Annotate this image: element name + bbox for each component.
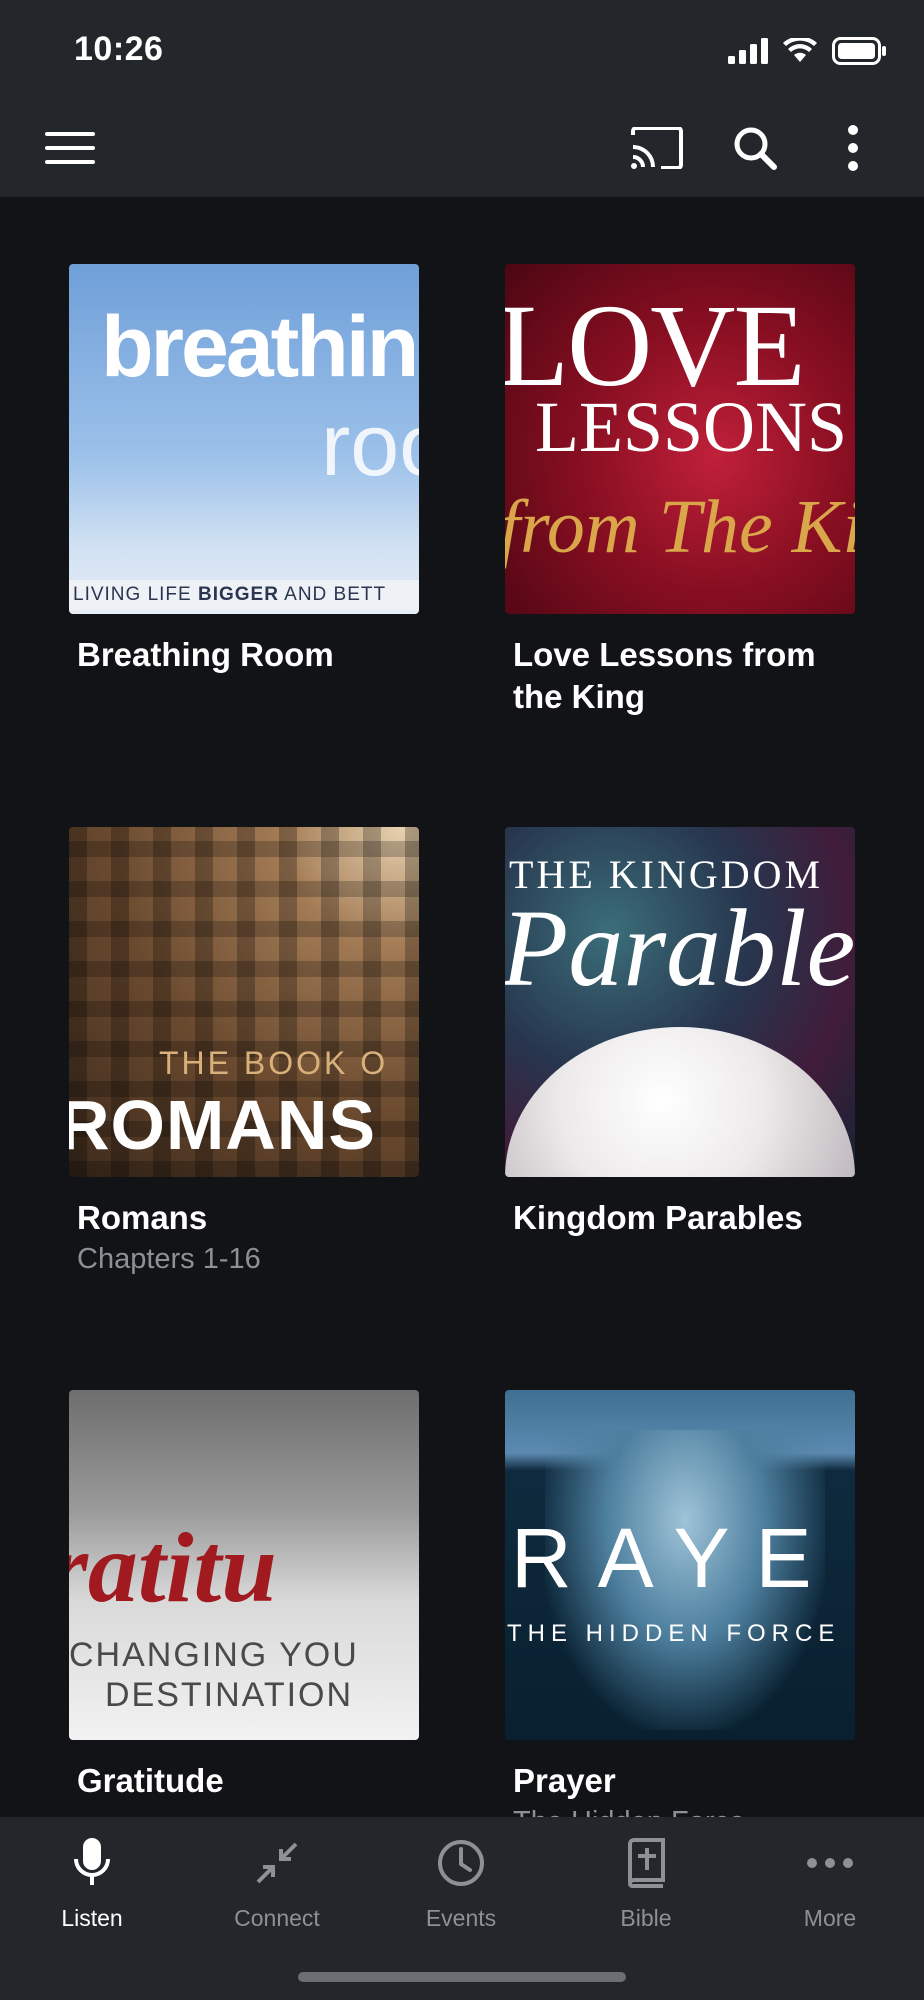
more-horizontal-icon <box>800 1833 860 1893</box>
tab-label: Events <box>425 1905 497 1931</box>
series-title: Love Lessons from the King <box>513 636 816 715</box>
series-title: Breathing Room <box>77 636 334 673</box>
top-bar: 10:26 <box>0 0 924 197</box>
clock-icon <box>431 1833 491 1893</box>
series-title: Kingdom Parables <box>513 1199 803 1236</box>
cast-icon <box>631 127 683 169</box>
battery-icon <box>832 37 888 65</box>
series-title: Gratitude <box>77 1762 224 1799</box>
series-card-love-lessons[interactable]: LOVE LESSONS from The Ki Love Lessons fr… <box>505 264 855 718</box>
series-card-romans[interactable]: THE BOOK O ROMANS Romans Chapters 1-16 <box>69 827 419 1279</box>
series-card-prayer[interactable]: RAYE THE HIDDEN FORCE Prayer The Hidden … <box>505 1390 855 1817</box>
tab-bible[interactable]: Bible <box>571 1833 721 1932</box>
artwork-text: breathin <box>101 299 419 395</box>
series-artwork: THE BOOK O ROMANS <box>69 827 419 1177</box>
wifi-icon <box>782 38 818 64</box>
artwork-text: RAYE <box>511 1511 838 1605</box>
artwork-text: Parable <box>505 887 855 1009</box>
more-vertical-icon <box>848 125 858 171</box>
cast-button[interactable] <box>622 113 692 183</box>
artwork-tagline: LIVING LIFE BIGGER AND BETT <box>69 580 419 610</box>
status-icons <box>728 34 888 68</box>
series-title: Prayer <box>513 1762 616 1799</box>
pearl-image <box>505 1027 855 1177</box>
overflow-menu-button[interactable] <box>818 113 888 183</box>
status-time: 10:26 <box>74 30 164 68</box>
series-subtitle: The Hidden Force <box>505 1802 855 1817</box>
home-indicator[interactable] <box>298 1972 626 1982</box>
tab-label: More <box>803 1905 857 1931</box>
artwork-text: THE BOOK O <box>159 1045 389 1081</box>
series-artwork: breathin roo LIVING LIFE BIGGER AND BETT <box>69 264 419 614</box>
artwork-text: CHANGING YOU <box>69 1636 359 1674</box>
series-card-gratitude[interactable]: ratitu CHANGING YOU DESTINATION Gratitud… <box>69 1390 419 1802</box>
artwork-text: DESTINATION <box>105 1676 354 1714</box>
artwork-text: THE HIDDEN FORCE <box>507 1620 841 1647</box>
bottom-tab-bar: Listen Connect Events Bible More <box>0 1817 924 2000</box>
tab-label: Connect <box>234 1905 320 1931</box>
artwork-text: ROMANS <box>69 1086 377 1164</box>
tab-more[interactable]: More <box>755 1833 905 1932</box>
tab-label: Bible <box>620 1905 672 1931</box>
tab-connect[interactable]: Connect <box>202 1833 352 1932</box>
series-card-kingdom-parables[interactable]: THE KINGDOM Parable Kingdom Parables <box>505 827 855 1239</box>
artwork-text: ratitu <box>69 1512 277 1623</box>
series-artwork: THE KINGDOM Parable <box>505 827 855 1177</box>
series-artwork: LOVE LESSONS from The Ki <box>505 264 855 614</box>
artwork-text: LESSONS <box>535 387 848 467</box>
series-grid: breathin roo LIVING LIFE BIGGER AND BETT… <box>0 197 924 1817</box>
search-button[interactable] <box>720 113 790 183</box>
series-artwork: RAYE THE HIDDEN FORCE <box>505 1390 855 1740</box>
tab-label: Listen <box>61 1905 123 1931</box>
collapse-arrows-icon <box>247 1833 307 1893</box>
artwork-text: roo <box>321 395 419 494</box>
menu-icon <box>45 132 95 164</box>
series-title: Romans <box>77 1199 208 1236</box>
series-subtitle: Chapters 1-16 <box>77 1243 261 1275</box>
microphone-icon <box>62 1833 122 1893</box>
artwork-text: from The Ki <box>505 485 855 569</box>
series-card-breathing-room[interactable]: breathin roo LIVING LIFE BIGGER AND BETT… <box>69 264 419 676</box>
screen: 10:26 breathin ro LIVING LIFE BIGGER AND… <box>0 0 924 2000</box>
tab-events[interactable]: Events <box>386 1833 536 1932</box>
tab-listen[interactable]: Listen <box>17 1833 167 1932</box>
series-artwork: ratitu CHANGING YOU DESTINATION <box>69 1390 419 1740</box>
bible-icon <box>616 1833 676 1893</box>
search-icon <box>734 127 777 170</box>
menu-button[interactable] <box>35 113 105 183</box>
cellular-signal-icon <box>728 38 768 64</box>
